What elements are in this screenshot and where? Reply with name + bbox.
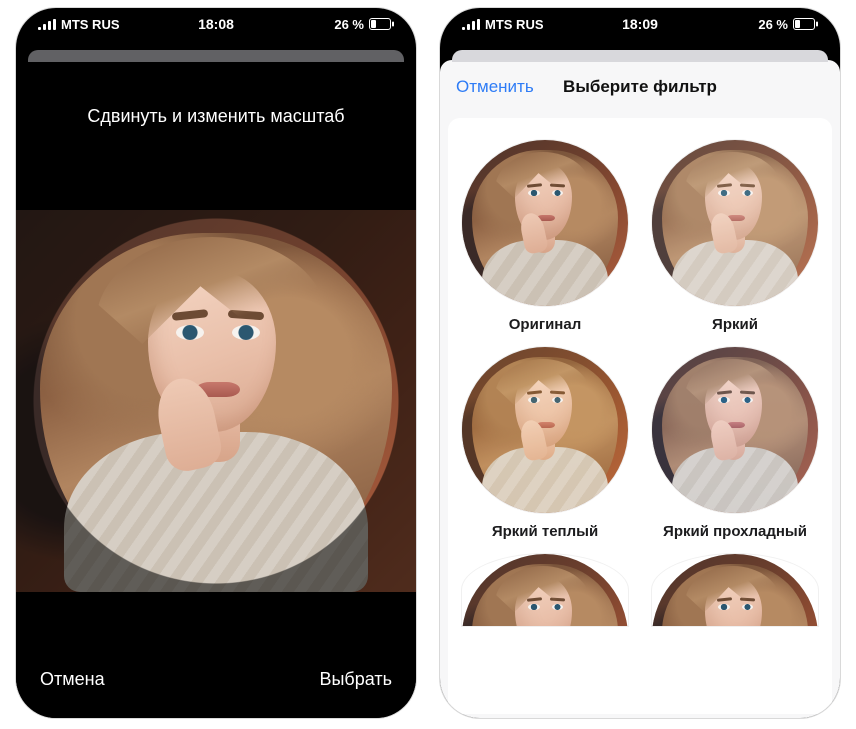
filter-label: Яркий теплый <box>492 523 598 540</box>
sheet-title: Выберите фильтр <box>563 77 717 97</box>
status-bar: MTS RUS 18:08 26 % <box>16 8 416 40</box>
filter-thumb <box>652 554 818 626</box>
crop-canvas[interactable] <box>16 210 416 592</box>
filter-item-bright-cool[interactable]: Яркий прохладный <box>650 347 820 540</box>
phone-crop-screen: MTS RUS 18:08 26 % Сдвинуть и изменить м… <box>16 8 416 718</box>
phone-filter-screen: MTS RUS 18:09 26 % Отменить Выберите фил… <box>440 8 840 718</box>
clock: 18:08 <box>16 16 416 32</box>
status-bar: MTS RUS 18:09 26 % <box>440 8 840 40</box>
photo-portrait <box>16 210 416 592</box>
cancel-button[interactable]: Отмена <box>40 669 105 690</box>
filter-item-bright[interactable]: Яркий <box>650 140 820 333</box>
clock: 18:09 <box>440 16 840 32</box>
crop-sheet: Сдвинуть и изменить масштаб Отмена <box>16 60 416 718</box>
filter-label: Оригинал <box>509 316 581 333</box>
filter-thumb <box>652 347 818 513</box>
filter-item-partial[interactable] <box>460 554 630 626</box>
choose-button[interactable]: Выбрать <box>319 669 392 690</box>
sheet-handle <box>28 50 404 62</box>
filter-scroll[interactable]: Оригинал Яр <box>448 118 832 714</box>
filter-sheet: Отменить Выберите фильтр <box>440 60 840 718</box>
filter-thumb <box>462 140 628 306</box>
sheet-handle <box>452 50 828 62</box>
crop-title: Сдвинуть и изменить масштаб <box>16 60 416 155</box>
filter-thumb <box>652 140 818 306</box>
filter-thumb <box>462 554 628 626</box>
cancel-button[interactable]: Отменить <box>456 77 534 97</box>
filter-item-original[interactable]: Оригинал <box>460 140 630 333</box>
filter-label: Яркий прохладный <box>663 523 807 540</box>
filter-label: Яркий <box>712 316 758 333</box>
filter-thumb <box>462 347 628 513</box>
filter-item-bright-warm[interactable]: Яркий теплый <box>460 347 630 540</box>
filter-item-partial[interactable] <box>650 554 820 626</box>
